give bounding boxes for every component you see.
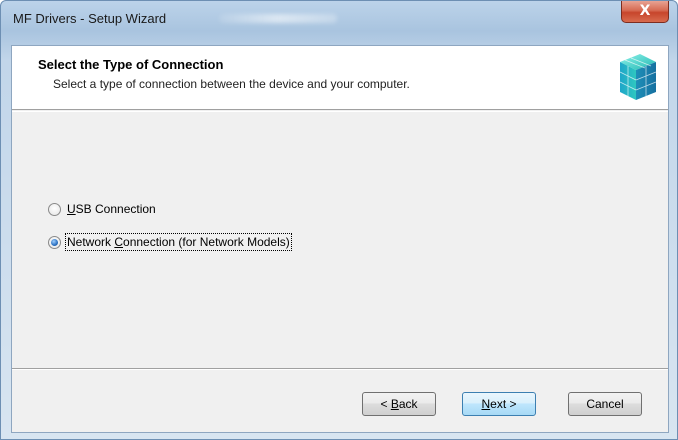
usb-connection-option[interactable]: USB Connection — [48, 202, 156, 216]
footer-divider — [12, 368, 668, 370]
wizard-header: Select the Type of Connection Select a t… — [12, 46, 668, 110]
setup-cube-icon — [619, 54, 657, 100]
back-button[interactable]: < Back — [362, 392, 436, 416]
page-title: Select the Type of Connection — [38, 57, 224, 72]
header-divider — [12, 111, 668, 112]
window-title: MF Drivers - Setup Wizard — [13, 11, 167, 26]
usb-connection-label[interactable]: USB Connection — [67, 202, 156, 216]
network-connection-radio[interactable] — [48, 235, 61, 249]
network-connection-option[interactable]: Network Connection (for Network Models) — [48, 233, 292, 251]
close-button[interactable]: X — [621, 1, 669, 23]
title-bar[interactable]: MF Drivers - Setup Wizard X — [1, 1, 677, 37]
wizard-client-area: Select the Type of Connection Select a t… — [11, 45, 669, 433]
title-blurred-region — [219, 14, 337, 23]
cancel-button[interactable]: Cancel — [568, 392, 642, 416]
page-subtitle: Select a type of connection between the … — [53, 77, 410, 91]
network-connection-label[interactable]: Network Connection (for Network Models) — [65, 233, 292, 251]
usb-connection-radio[interactable] — [48, 202, 61, 216]
setup-wizard-window: MF Drivers - Setup Wizard X Select the T… — [0, 0, 678, 440]
next-button[interactable]: Next > — [462, 392, 536, 416]
